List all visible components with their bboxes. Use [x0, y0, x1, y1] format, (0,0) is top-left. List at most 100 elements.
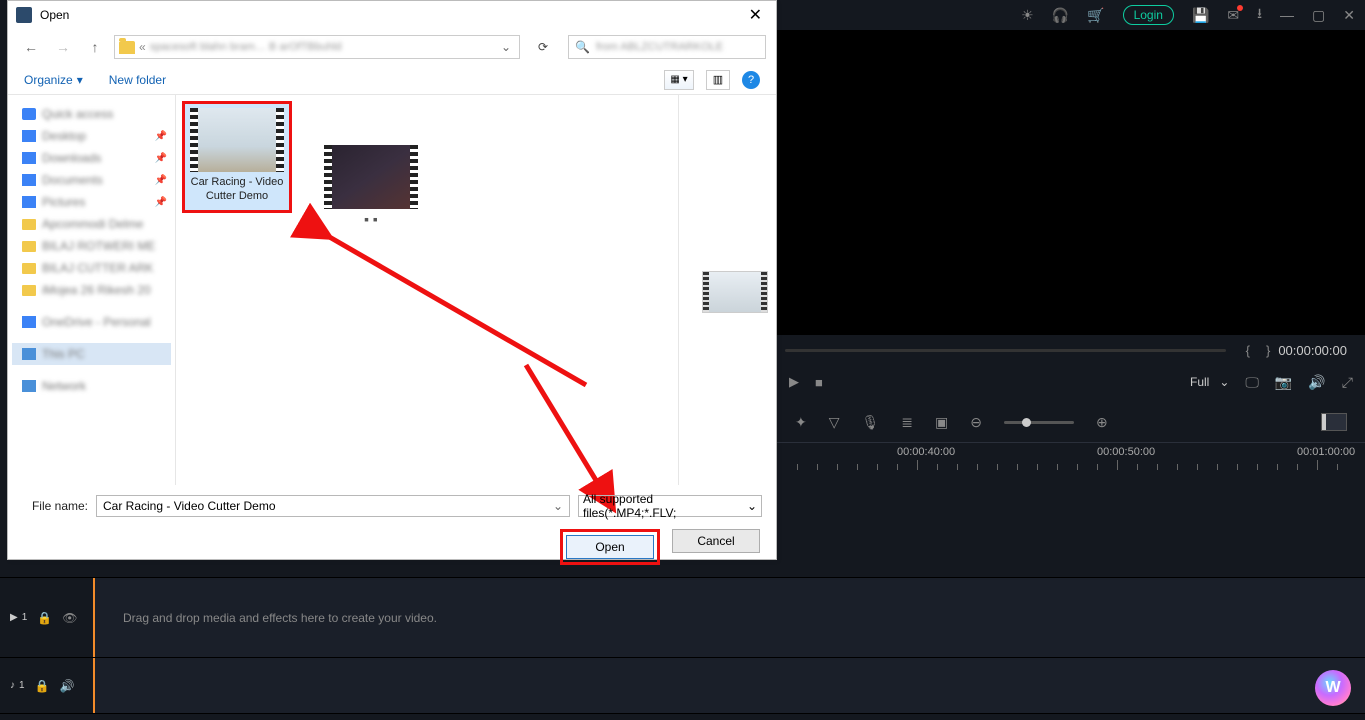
dialog-nav-row: ← → ↑ « spacesoft blahn bram… B arOfTBbu…	[8, 29, 776, 65]
sidebar-onedrive[interactable]: OneDrive - Personal	[12, 311, 171, 333]
fullscreen-icon[interactable]: ⤢	[1342, 374, 1353, 391]
search-icon: 🔍	[575, 40, 590, 54]
ruler-label: 00:00:40:00	[897, 446, 955, 458]
preview-timecode: 00:00:00:00	[1278, 343, 1365, 358]
sidebar-pictures[interactable]: Pictures📌	[12, 191, 171, 213]
volume-icon[interactable]: 🔊	[1308, 374, 1325, 391]
view-mode-dropdown[interactable]: ▦ ▾	[664, 70, 694, 90]
filetype-dropdown[interactable]: All supported files(*.MP4;*.FLV; ⌄	[578, 495, 762, 517]
render-icon[interactable]: ▣	[935, 414, 948, 431]
stop-icon[interactable]: ■	[815, 375, 823, 390]
sidebar-quick-access[interactable]: Quick access	[12, 103, 171, 125]
quality-icon[interactable]: 🖵	[1245, 374, 1259, 391]
file-item-selected[interactable]: Car Racing - Video Cutter Demo	[182, 101, 292, 213]
sidebar-folder[interactable]: BILAJ ROTWERI ME	[12, 235, 171, 257]
minimize-icon[interactable]: —	[1280, 7, 1294, 23]
mute-icon[interactable]: 🔊	[60, 679, 75, 693]
help-icon[interactable]: ?	[742, 71, 760, 89]
cancel-button[interactable]: Cancel	[672, 529, 760, 553]
ruler-label: 00:01:00:00	[1297, 446, 1355, 458]
store-icon[interactable]: 🛒	[1087, 7, 1104, 24]
voiceover-icon[interactable]: 🎙	[862, 414, 880, 431]
timeline-ruler[interactable]: 00:00:40:00 00:00:50:00 00:01:00:00	[777, 442, 1365, 476]
open-file-dialog: Open ✕ ← → ↑ « spacesoft blahn bram… B a…	[7, 0, 777, 560]
audio-track-label: ♪ 1	[10, 680, 25, 691]
filename-input[interactable]: Car Racing - Video Cutter Demo ⌄	[96, 495, 570, 517]
address-path: spacesoft blahn bram… B arOfTBbuhld	[150, 41, 493, 53]
chevron-down-icon: ⌄	[747, 499, 757, 513]
preview-progress-row: { } 00:00:00:00	[777, 337, 1365, 363]
timeline-toolbar: ✦ ▽ 🎙 ≣ ▣ ⊖ ⊕	[777, 405, 1365, 439]
video-thumbnail-icon	[190, 108, 284, 172]
pane-divider[interactable]	[678, 95, 679, 485]
maximize-icon[interactable]: ▢	[1312, 7, 1325, 24]
mark-in-bracket[interactable]: {	[1238, 343, 1258, 358]
sidebar-downloads[interactable]: Downloads📌	[12, 147, 171, 169]
zoom-in-icon[interactable]: ⊕	[1096, 414, 1108, 431]
support-icon[interactable]: 🎧	[1052, 7, 1069, 24]
search-input[interactable]: 🔍 from ABLZCUTRARKOLE	[568, 35, 766, 59]
download-icon[interactable]: ⭳	[1257, 3, 1262, 27]
messages-icon[interactable]: ✉	[1227, 7, 1239, 24]
sidebar-desktop[interactable]: Desktop📌	[12, 125, 171, 147]
track-size-toggle[interactable]	[1321, 413, 1347, 431]
search-placeholder: from ABLZCUTRARKOLE	[596, 41, 759, 53]
tips-icon[interactable]: ☀	[1021, 7, 1034, 24]
play-icon[interactable]: ▶	[789, 374, 799, 390]
chevron-down-icon[interactable]: ⌄	[553, 499, 563, 513]
audio-mixer-icon[interactable]: ≣	[901, 414, 913, 431]
organize-menu[interactable]: Organize ▾	[24, 73, 83, 87]
new-folder-button[interactable]: New folder	[109, 73, 166, 87]
annotation-arrow	[316, 225, 596, 398]
nav-up-icon[interactable]: ↑	[82, 35, 108, 59]
preview-controls: ▶ ■ Full ⌄ 🖵 📷 🔊 ⤢	[777, 365, 1365, 399]
address-dropdown-icon[interactable]: ⌄	[497, 40, 515, 54]
snapshot-icon[interactable]: 📷	[1275, 374, 1292, 391]
filetype-value: All supported files(*.MP4;*.FLV;	[583, 492, 747, 520]
save-icon[interactable]: 💾	[1192, 7, 1209, 24]
sidebar-network[interactable]: Network	[12, 375, 171, 397]
dialog-title: Open	[40, 8, 743, 22]
marker-icon[interactable]: ▽	[829, 414, 840, 431]
refresh-icon[interactable]: ⟳	[530, 35, 556, 59]
preview-progress[interactable]	[785, 349, 1226, 352]
file-list-pane[interactable]: Car Racing - Video Cutter Demo ▪ ▪	[176, 95, 776, 485]
zoom-out-icon[interactable]: ⊖	[970, 414, 982, 431]
open-button[interactable]: Open	[566, 535, 654, 559]
video-track[interactable]: ▶ 1 🔒 👁 Drag and drop media and effects …	[0, 578, 1365, 658]
login-button[interactable]: Login	[1123, 5, 1174, 25]
mark-out-bracket[interactable]: }	[1258, 343, 1278, 358]
audio-track[interactable]: ♪ 1 🔒 🔊	[0, 658, 1365, 714]
file-item[interactable]: ▪ ▪	[316, 145, 426, 227]
video-thumbnail-icon	[324, 145, 418, 209]
dialog-title-bar: Open ✕	[8, 1, 776, 29]
nav-back-icon[interactable]: ←	[18, 35, 44, 59]
app-logo: W	[1315, 670, 1351, 706]
chevron-down-icon: ▾	[77, 73, 83, 87]
display-mode-dropdown[interactable]: Full ⌄	[1190, 375, 1229, 389]
address-bar[interactable]: « spacesoft blahn bram… B arOfTBbuhld ⌄	[114, 35, 520, 59]
nav-forward-icon[interactable]: →	[50, 35, 76, 59]
sidebar-this-pc[interactable]: This PC	[12, 343, 171, 365]
dialog-sidebar: Quick access Desktop📌 Downloads📌 Documen…	[8, 95, 176, 485]
lock-icon[interactable]: 🔒	[37, 611, 52, 625]
dialog-close-icon[interactable]: ✕	[743, 5, 768, 25]
track-hint: Drag and drop media and effects here to …	[123, 611, 437, 625]
lock-icon[interactable]: 🔒	[35, 679, 50, 693]
sidebar-folder[interactable]: iMojea 26 Rikesh 20	[12, 279, 171, 301]
visibility-icon[interactable]: 👁	[62, 611, 77, 625]
filename-value: Car Racing - Video Cutter Demo	[103, 499, 276, 513]
video-preview	[777, 30, 1365, 335]
file-item-label: ▪ ▪	[316, 211, 426, 227]
chevron-down-icon: ⌄	[1219, 375, 1229, 389]
video-track-label: ▶ 1	[10, 612, 27, 623]
sidebar-documents[interactable]: Documents📌	[12, 169, 171, 191]
sidebar-folder[interactable]: Apcommodi Delme	[12, 213, 171, 235]
preview-pane-thumbnail	[702, 271, 768, 313]
close-app-icon[interactable]: ✕	[1343, 7, 1355, 24]
magnet-icon[interactable]: ✦	[795, 414, 807, 431]
zoom-slider[interactable]	[1004, 421, 1074, 424]
preview-pane-toggle[interactable]: ▥	[706, 70, 730, 90]
annotation-highlight: Open	[560, 529, 660, 565]
sidebar-folder[interactable]: BILAJ CUTTER ARK	[12, 257, 171, 279]
